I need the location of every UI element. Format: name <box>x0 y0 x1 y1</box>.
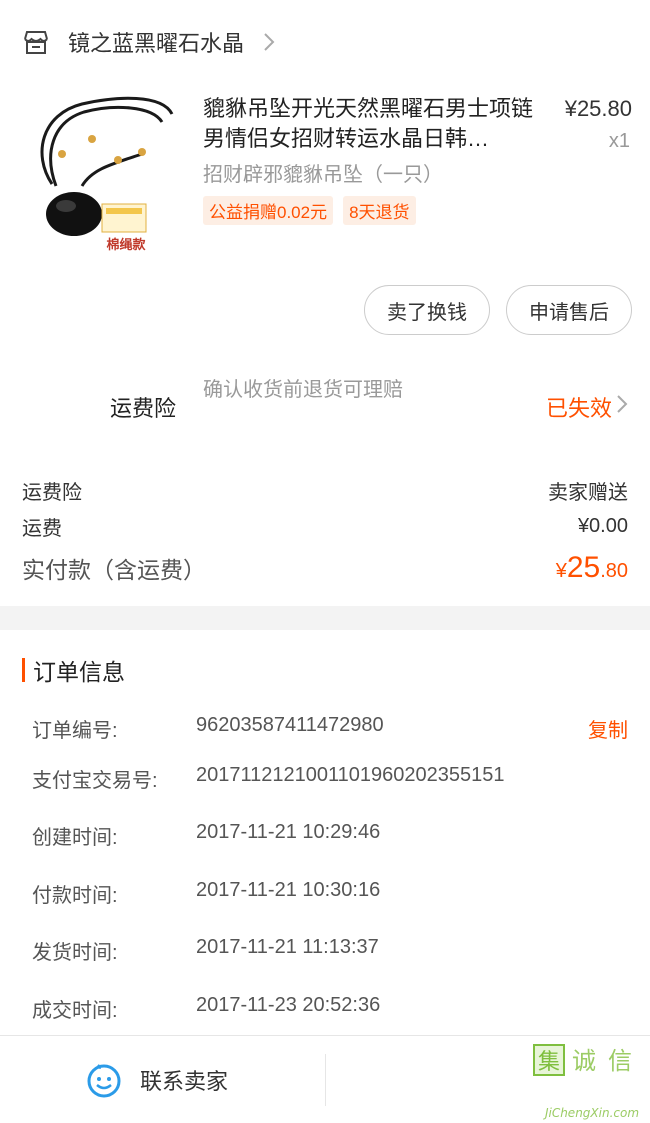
product-sku: 招财辟邪貔貅吊坠（一只） <box>203 164 443 186</box>
insurance-description: 确认收货前退货可理赔 <box>203 379 403 401</box>
shipping-insurance-row[interactable]: 运费险 确认收货前退货可理赔 已失效 <box>0 360 650 450</box>
fee-insurance-row: 运费险 卖家赠送 <box>22 472 628 508</box>
order-actions: 卖了换钱 申请售后 <box>364 285 632 335</box>
after-sale-button[interactable]: 申请售后 <box>506 285 632 335</box>
created-time-value: 2017-11-21 10:29:46 <box>196 821 381 843</box>
fee-shipping-value: ¥0.00 <box>577 514 628 537</box>
info-label: 支付宝交易号: <box>32 770 158 792</box>
info-label: 付款时间: <box>32 885 118 907</box>
insurance-label: 运费险 <box>110 396 177 421</box>
svg-text:信: 信 <box>608 1047 632 1075</box>
contact-seller-label: 联系卖家 <box>140 1069 229 1094</box>
paid-time-value: 2017-11-21 10:30:16 <box>196 879 381 901</box>
chevron-right-icon <box>617 395 628 413</box>
shop-header[interactable]: 镜之蓝黑曜石水晶 <box>0 0 650 84</box>
alipay-number-value: 2017112121001101960202355151 <box>196 764 505 786</box>
fee-shipping-label: 运费 <box>22 517 62 540</box>
fee-shipping-row: 运费 ¥0.00 <box>22 508 628 544</box>
return-policy-tag: 8天退货 <box>343 196 416 225</box>
svg-text:诚: 诚 <box>572 1047 596 1075</box>
product-title: 貔貅吊坠开光天然黑曜石男士项链男情侣女招财转运水晶日韩… <box>203 96 533 151</box>
shipped-time-value: 2017-11-21 11:13:37 <box>196 936 379 958</box>
info-label: 订单编号: <box>32 720 118 742</box>
order-info-header: 订单信息 <box>22 655 125 685</box>
bottom-bar: 联系卖家 集 诚 信 JiChengXin.com <box>0 1035 650 1123</box>
svg-text:集: 集 <box>538 1050 560 1075</box>
charity-tag: 公益捐赠0.02元 <box>203 196 334 225</box>
fee-insurance-value: 卖家赠送 <box>548 481 628 504</box>
watermark-text: JiChengXin.com <box>543 1106 639 1120</box>
accent-bar <box>22 658 25 682</box>
copy-button[interactable]: 复制 <box>588 714 628 743</box>
product-thumbnail: 棉绳款 <box>22 94 182 254</box>
fee-total-amount: ¥25.80 <box>556 551 628 585</box>
product-price: ¥25.80 <box>564 96 632 121</box>
product-item[interactable]: 棉绳款 貔貅吊坠开光天然黑曜石男士项链男情侣女招财转运水晶日韩… ¥25.80 … <box>0 84 650 274</box>
order-number-value: 96203587411472980 <box>196 714 384 736</box>
fee-total-label: 实付款（含运费） <box>22 557 206 583</box>
total-currency: ¥ <box>555 560 567 582</box>
chevron-right-icon <box>264 33 275 51</box>
thumb-badge: 棉绳款 <box>106 237 146 253</box>
fee-total-row: 实付款（含运费） ¥25.80 <box>22 544 628 592</box>
shop-icon <box>24 31 48 54</box>
product-tags: 公益捐赠0.02元 8天退货 <box>203 196 416 225</box>
bottom-divider <box>325 1054 326 1106</box>
section-divider <box>0 606 650 630</box>
sell-button[interactable]: 卖了换钱 <box>364 285 490 335</box>
shop-name: 镜之蓝黑曜石水晶 <box>68 31 245 56</box>
fee-insurance-label: 运费险 <box>22 481 82 504</box>
order-info-title: 订单信息 <box>33 659 125 685</box>
product-quantity: x1 <box>608 130 630 152</box>
completed-time-value: 2017-11-23 20:52:36 <box>196 994 381 1016</box>
total-decimal: .80 <box>600 560 628 582</box>
contact-seller-button[interactable]: 联系卖家 <box>86 1062 228 1098</box>
insurance-status: 已失效 <box>545 396 612 421</box>
total-integer: 25 <box>566 551 601 584</box>
chat-bubble-icon <box>87 1064 121 1098</box>
watermark-logo: 集 诚 信 JiChengXin.com <box>533 1044 639 1120</box>
fee-summary: 运费险 卖家赠送 运费 ¥0.00 实付款（含运费） ¥25.80 <box>22 472 628 592</box>
info-label: 成交时间: <box>32 1000 118 1022</box>
info-label: 创建时间: <box>32 827 118 849</box>
info-label: 发货时间: <box>32 942 118 964</box>
